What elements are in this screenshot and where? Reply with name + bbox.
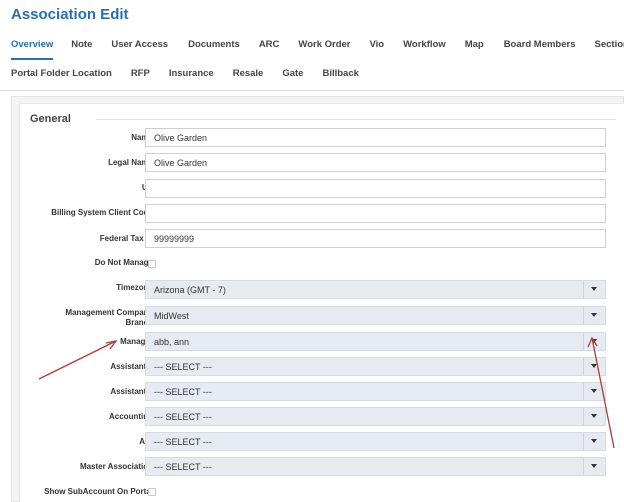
page-title: Association Edit <box>11 6 129 23</box>
tab-rfp[interactable]: RFP <box>131 66 150 87</box>
tab-note[interactable]: Note <box>71 37 92 60</box>
timezone-label: Timezone <box>116 283 153 292</box>
do-not-manage-label: Do Not Manage <box>94 258 153 267</box>
tab-section[interactable]: Section <box>595 37 624 60</box>
ar-select[interactable]: --- SELECT --- <box>145 432 606 451</box>
ar-value: --- SELECT --- <box>154 437 212 447</box>
show-subaccount-label: Show SubAccount On Portal <box>44 487 153 496</box>
content-area: General Name Legal Name Url Billing Syst… <box>11 96 624 502</box>
mgmt-branch-value: MidWest <box>154 311 189 321</box>
master-association-select[interactable]: --- SELECT --- <box>145 457 606 476</box>
tab-map[interactable]: Map <box>465 37 484 60</box>
assistant1-value: --- SELECT --- <box>154 362 212 372</box>
accounting-select[interactable]: --- SELECT --- <box>145 407 606 426</box>
section-divider <box>96 119 616 120</box>
mgmt-branch-label: Management Company Branch <box>65 308 153 327</box>
chevron-down-icon <box>591 364 597 368</box>
assistant1-label: Assistant 1 <box>110 362 153 371</box>
name-label: Name <box>131 133 153 142</box>
billing-code-label: Billing System Client Code <box>51 208 153 217</box>
tab-insurance[interactable]: Insurance <box>169 66 214 87</box>
tab-arc[interactable]: ARC <box>259 37 280 60</box>
tab-work-order[interactable]: Work Order <box>298 37 350 60</box>
chevron-down-icon <box>591 389 597 393</box>
assistant2-select[interactable]: --- SELECT --- <box>145 382 606 401</box>
chevron-down-icon <box>591 439 597 443</box>
section-title: General <box>30 113 71 125</box>
chevron-down-icon <box>591 313 597 317</box>
accounting-label: Accounting <box>109 412 153 421</box>
federal-tax-id-input[interactable] <box>145 229 606 248</box>
chevron-down-icon <box>591 287 597 291</box>
manager-label: Manager <box>120 337 153 346</box>
chevron-down-icon <box>591 339 597 343</box>
tab-billback[interactable]: Billback <box>322 66 358 87</box>
legal-name-label: Legal Name <box>108 158 153 167</box>
accounting-value: --- SELECT --- <box>154 412 212 422</box>
assistant2-value: --- SELECT --- <box>154 387 212 397</box>
show-subaccount-checkbox[interactable] <box>148 488 156 496</box>
timezone-select[interactable]: Arizona (GMT - 7) <box>145 280 606 299</box>
billing-code-input[interactable] <box>145 204 606 223</box>
ar-label: A/R <box>41 437 153 447</box>
general-section-card: General Name Legal Name Url Billing Syst… <box>19 103 624 502</box>
tab-documents[interactable]: Documents <box>188 37 240 60</box>
tab-vio[interactable]: Vio <box>370 37 385 60</box>
manager-value: abb, ann <box>154 337 190 347</box>
manager-select[interactable]: abb, ann <box>145 332 606 351</box>
master-association-label: Master Association <box>79 462 153 471</box>
tab-portal-folder-location[interactable]: Portal Folder Location <box>11 66 112 87</box>
mgmt-branch-select[interactable]: MidWest <box>145 306 606 325</box>
chevron-down-icon <box>591 464 597 468</box>
tab-user-access[interactable]: User Access <box>111 37 168 60</box>
assistant2-label: Assistant 2 <box>110 387 153 396</box>
legal-name-input[interactable] <box>145 153 606 172</box>
tabs-divider <box>0 90 624 91</box>
tab-board-members[interactable]: Board Members <box>504 37 576 60</box>
tab-overview[interactable]: Overview <box>11 37 54 60</box>
federal-tax-id-label: Federal Tax Id <box>99 234 153 243</box>
name-input[interactable] <box>145 128 606 147</box>
url-label: Url <box>41 183 153 193</box>
tab-workflow[interactable]: Workflow <box>403 37 446 60</box>
url-input[interactable] <box>145 179 606 198</box>
tab-bar-row-2: Portal Folder Location RFP Insurance Res… <box>11 66 359 87</box>
do-not-manage-checkbox[interactable] <box>148 260 156 268</box>
tab-bar-row-1: Overview Note User Access Documents ARC … <box>11 37 624 60</box>
master-association-value: --- SELECT --- <box>154 462 212 472</box>
tab-gate[interactable]: Gate <box>282 66 303 87</box>
tab-resale[interactable]: Resale <box>233 66 264 87</box>
timezone-value: Arizona (GMT - 7) <box>154 285 226 295</box>
assistant1-select[interactable]: --- SELECT --- <box>145 357 606 376</box>
chevron-down-icon <box>591 414 597 418</box>
